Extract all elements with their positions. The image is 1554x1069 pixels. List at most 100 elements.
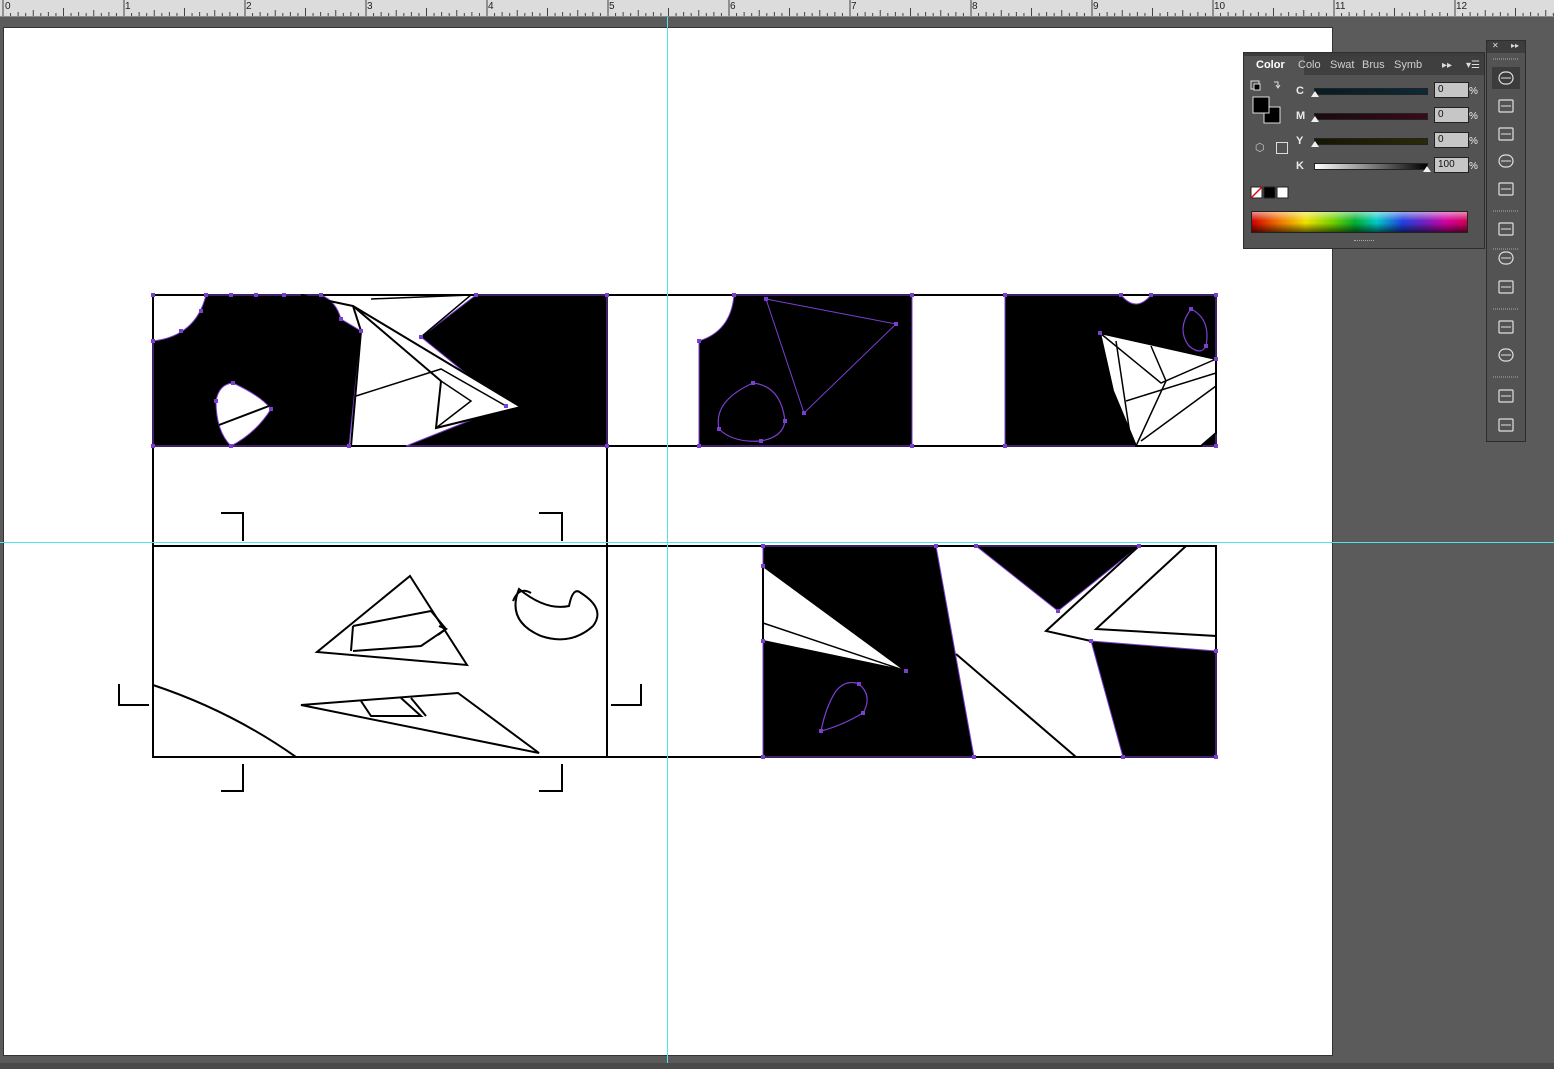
cyan-slider[interactable] <box>1314 88 1428 95</box>
ruler-label: 11 <box>1335 1 1346 12</box>
swatches-icon[interactable] <box>1492 123 1520 145</box>
transparency-icon[interactable] <box>1492 276 1520 298</box>
bottom-left-drawing <box>152 574 599 758</box>
dock-icons <box>1492 58 1520 436</box>
top-right-panels <box>698 294 1217 447</box>
anchor-point <box>910 444 914 448</box>
color-panel-icon[interactable] <box>1492 67 1520 89</box>
anchor-point <box>1214 649 1218 653</box>
anchor-point <box>1214 444 1218 448</box>
anchor-point <box>1214 755 1218 759</box>
tab-swatches[interactable]: Swat <box>1330 56 1358 75</box>
yellow-slider-thumb[interactable] <box>1311 141 1319 147</box>
cyan-slider-thumb[interactable] <box>1311 91 1319 97</box>
panel-resize-grip[interactable] <box>1354 240 1374 244</box>
black-slider-thumb[interactable] <box>1423 166 1431 172</box>
anchor-point <box>1214 293 1218 297</box>
none-black-white-swatches[interactable] <box>1250 186 1290 200</box>
anchor-point <box>254 293 258 297</box>
anchor-point <box>179 329 183 333</box>
anchor-point <box>605 444 609 448</box>
appearance-icon[interactable] <box>1492 385 1520 407</box>
ruler-label: 1 <box>125 1 131 12</box>
anchor-point <box>1003 444 1007 448</box>
tab-brushes[interactable]: Brus <box>1362 56 1390 75</box>
frame-middle-left <box>152 445 608 547</box>
magenta-value-field[interactable]: 0 <box>1434 107 1469 123</box>
stroke-icon[interactable] <box>1492 218 1520 240</box>
anchor-point <box>783 419 787 423</box>
anchor-point <box>697 339 701 343</box>
anchor-point <box>861 711 865 715</box>
crop-marks <box>118 512 642 792</box>
graphic-styles-icon[interactable] <box>1492 414 1520 436</box>
web-safe-icon[interactable] <box>1276 142 1288 154</box>
anchor-point <box>151 339 155 343</box>
yellow-value-field[interactable]: 0 <box>1434 132 1469 148</box>
ruler-label: 12 <box>1456 1 1468 12</box>
yellow-label: Y <box>1296 135 1304 147</box>
anchor-point <box>605 293 609 297</box>
anchor-point <box>1121 755 1125 759</box>
color-guide-icon[interactable] <box>1492 95 1520 117</box>
anchor-point <box>697 444 701 448</box>
anchor-point <box>732 293 736 297</box>
ruler-label: 2 <box>246 1 252 12</box>
ruler-label: 7 <box>851 1 857 12</box>
anchor-point <box>269 407 273 411</box>
magenta-label: M <box>1296 110 1306 122</box>
tab-symbols[interactable]: Symb <box>1394 56 1422 75</box>
color-panel[interactable]: ⇕ Color Colo Swat Brus Symb ▸▸ ▾☰ ⬡ C 0 … <box>1243 52 1485 249</box>
anchor-point <box>204 293 208 297</box>
fill-stroke-widget[interactable] <box>1250 79 1284 127</box>
anchor-point <box>1056 609 1060 613</box>
anchor-point <box>819 729 823 733</box>
anchor-point <box>974 544 978 548</box>
black-label: K <box>1296 160 1304 172</box>
anchor-point <box>151 293 155 297</box>
tab-color[interactable]: Color <box>1244 56 1304 75</box>
expand-panels-icon[interactable]: ▸▸ <box>1442 56 1452 75</box>
tab-color-label: Color <box>1256 59 1285 71</box>
bottom-right-panel <box>762 545 1217 758</box>
cyan-value-field[interactable]: 0 <box>1434 82 1469 98</box>
artboards-icon[interactable] <box>1492 344 1520 366</box>
horizontal-guide[interactable] <box>0 542 1554 543</box>
magenta-slider[interactable] <box>1314 113 1428 120</box>
panel-tab-bar: ⇕ Color Colo Swat Brus Symb ▸▸ ▾☰ <box>1244 56 1484 75</box>
layers-icon[interactable] <box>1492 316 1520 338</box>
anchor-point <box>759 439 763 443</box>
out-of-gamut-icon[interactable]: ⬡ <box>1255 141 1265 154</box>
color-spectrum[interactable] <box>1251 211 1468 233</box>
yellow-slider[interactable] <box>1314 138 1428 145</box>
symbols-icon[interactable] <box>1492 178 1520 200</box>
anchor-point <box>1003 293 1007 297</box>
horizontal-scrollbar[interactable] <box>0 1063 1554 1069</box>
panel-menu-icon[interactable]: ▾☰ <box>1466 56 1480 75</box>
tab-color-guide[interactable]: Colo <box>1298 56 1326 75</box>
anchor-point <box>1137 544 1141 548</box>
anchor-point <box>761 755 765 759</box>
anchor-point <box>319 293 323 297</box>
anchor-point <box>339 317 343 321</box>
horizontal-ruler[interactable]: 0 1 2 3 4 5 6 7 8 9 10 11 12 <box>0 0 1554 17</box>
black-value-field[interactable]: 100 <box>1434 157 1469 173</box>
tab-color-guide-label: Colo <box>1298 59 1321 71</box>
tab-brushes-label: Brus <box>1362 59 1385 71</box>
anchor-point <box>504 404 508 408</box>
gradient-icon[interactable] <box>1492 247 1520 269</box>
anchor-point <box>751 381 755 385</box>
panel-dock[interactable]: ✕ ▸▸ <box>1486 40 1526 442</box>
brushes-icon[interactable] <box>1492 150 1520 172</box>
black-slider[interactable] <box>1314 163 1428 170</box>
anchor-point <box>474 293 478 297</box>
anchor-point <box>972 755 976 759</box>
magenta-slider-thumb[interactable] <box>1311 116 1319 122</box>
anchor-point <box>761 564 765 568</box>
cyan-label: C <box>1296 85 1304 97</box>
vertical-guide[interactable] <box>667 17 668 1065</box>
anchor-point <box>151 444 155 448</box>
ruler-label: 10 <box>1214 1 1226 12</box>
anchor-point <box>910 293 914 297</box>
anchor-point <box>229 444 233 448</box>
